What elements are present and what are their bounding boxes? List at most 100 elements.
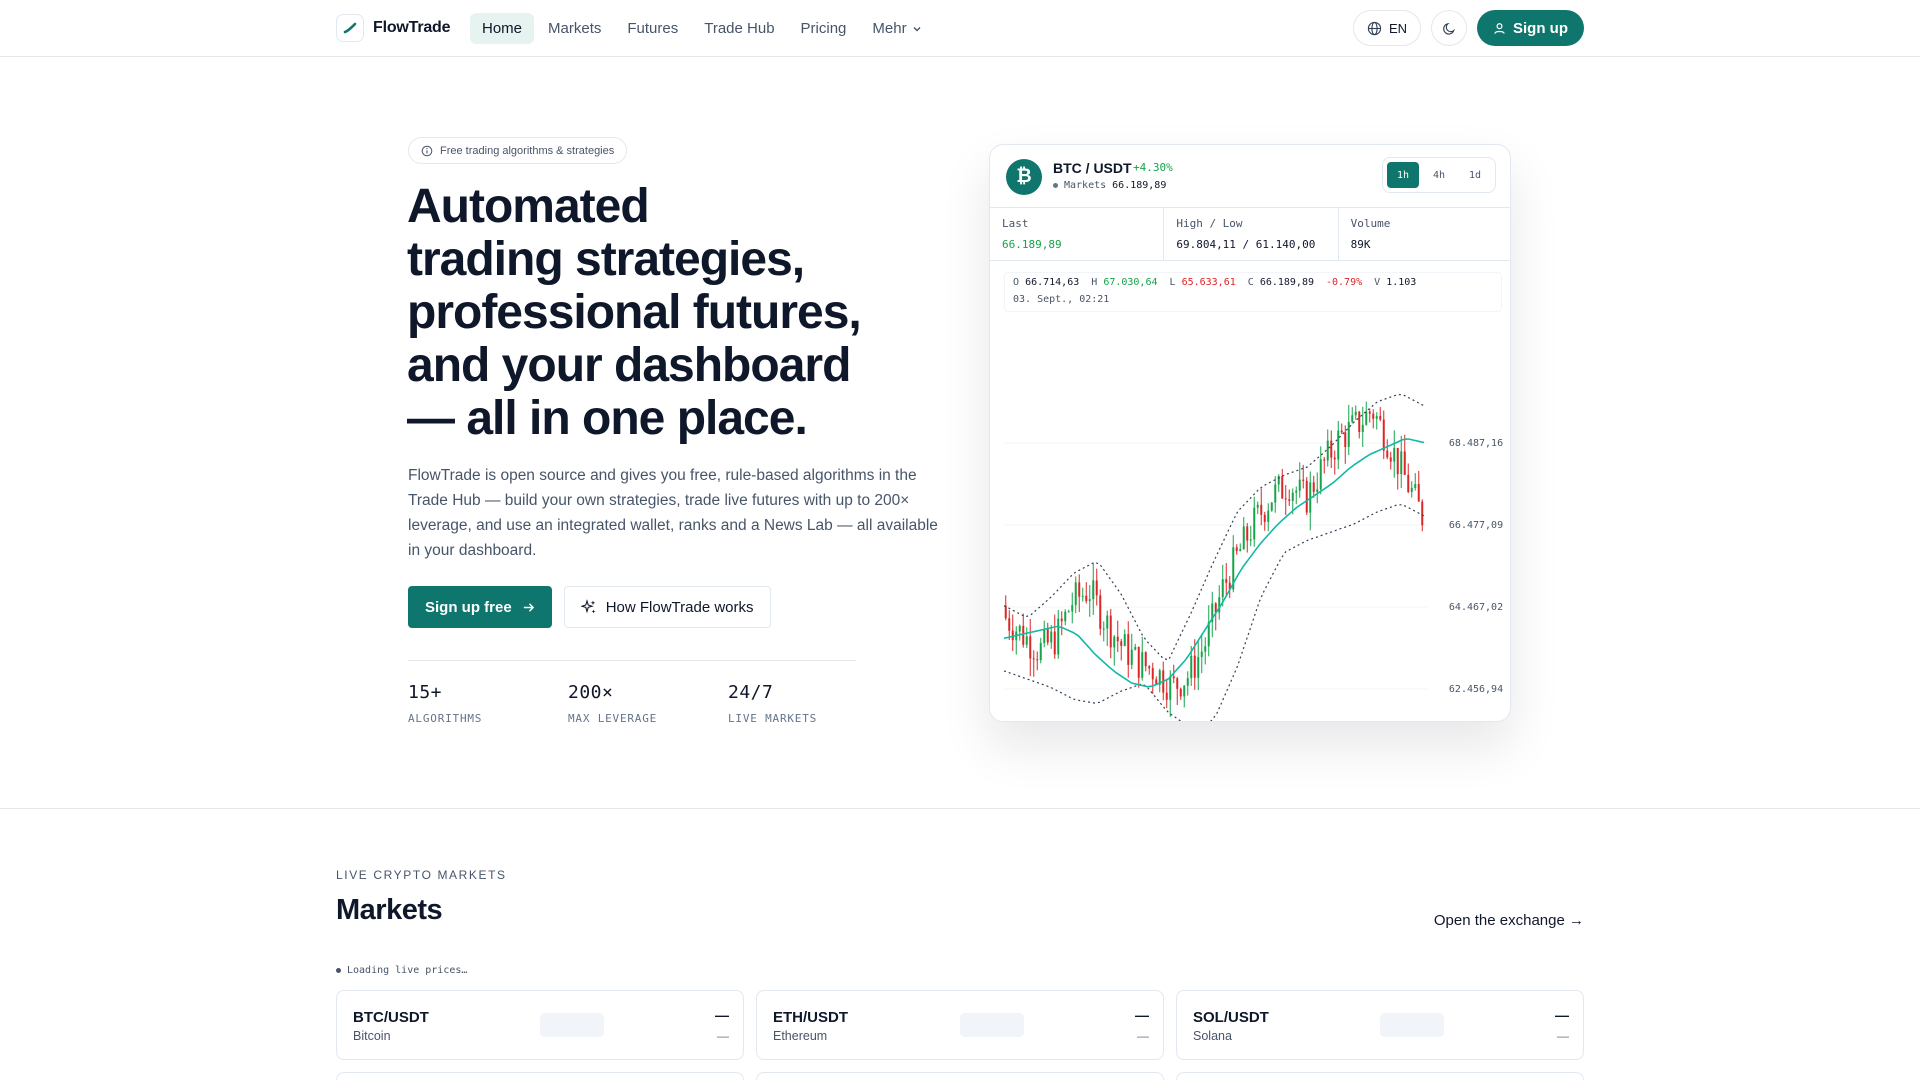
candle-body bbox=[1267, 510, 1270, 522]
candle-body bbox=[1242, 526, 1245, 550]
candle-body bbox=[1365, 411, 1368, 425]
timeframe-selector: 1h 4h 1d bbox=[1382, 157, 1496, 193]
trading-chart-card: ₿ BTC / USDT +4.30% Markets 66.189,89 1h… bbox=[989, 144, 1511, 722]
markets-title: Markets bbox=[336, 894, 443, 926]
candle-body bbox=[1379, 416, 1382, 420]
ohlc-low-label: L bbox=[1169, 277, 1176, 288]
y-tick-label: 64.467,02 bbox=[1449, 602, 1503, 613]
market-name: Solana bbox=[1193, 1029, 1232, 1043]
market-card-btc[interactable]: BTC/USDT Bitcoin — — bbox=[336, 990, 744, 1060]
candle-body bbox=[1085, 595, 1088, 602]
candle-body bbox=[1298, 479, 1301, 491]
market-pair: BTC/USDT bbox=[353, 1009, 429, 1026]
hero-title: Automated trading strategies, profession… bbox=[407, 180, 907, 445]
market-card-partial[interactable] bbox=[1176, 1072, 1584, 1080]
candle-body bbox=[1312, 482, 1315, 492]
candle-body bbox=[1221, 579, 1224, 598]
candle-body bbox=[1260, 504, 1263, 515]
ohlc-volume-label: V bbox=[1374, 277, 1381, 288]
nav-links: Home Markets Futures Trade Hub Pricing M… bbox=[470, 13, 934, 44]
ohlc-open-label: O bbox=[1013, 277, 1020, 288]
moon-icon bbox=[1442, 22, 1455, 35]
nav-link-markets[interactable]: Markets bbox=[536, 13, 613, 44]
candle-body bbox=[1333, 457, 1336, 460]
candle-body bbox=[1326, 440, 1329, 461]
info-label: Volume bbox=[1350, 217, 1391, 230]
candle-body bbox=[1340, 430, 1343, 433]
candle-body bbox=[1057, 618, 1060, 655]
ticker-change: +4.30% bbox=[1133, 161, 1173, 174]
nav-link-label: Home bbox=[482, 20, 523, 37]
ohlc-close: C 66.189,89 bbox=[1248, 277, 1314, 288]
brand[interactable]: FlowTrade bbox=[336, 14, 451, 42]
signup-free-button[interactable]: Sign up free bbox=[408, 586, 552, 628]
candle-body bbox=[1127, 634, 1130, 665]
candlestick-chart[interactable]: 68.487,1666.477,0964.467,0262.456,9460.4… bbox=[990, 315, 1511, 722]
timeframe-1d[interactable]: 1d bbox=[1459, 162, 1491, 188]
ohlc-close-label: C bbox=[1247, 277, 1254, 288]
info-label: High / Low bbox=[1176, 217, 1243, 230]
candle-body bbox=[1116, 636, 1119, 642]
market-change: — bbox=[717, 1029, 729, 1043]
market-card-partial[interactable] bbox=[756, 1072, 1164, 1080]
candle-body bbox=[1025, 636, 1028, 645]
candle-body bbox=[1389, 457, 1392, 462]
nav-link-futures[interactable]: Futures bbox=[615, 13, 690, 44]
nav-link-label: Futures bbox=[627, 20, 679, 37]
candle-body bbox=[1368, 411, 1371, 414]
nav-link-home[interactable]: Home bbox=[470, 13, 535, 44]
nav-link-label: Mehr bbox=[872, 20, 907, 37]
theme-toggle-button[interactable] bbox=[1431, 10, 1467, 46]
candle-body bbox=[1036, 659, 1039, 661]
candle-body bbox=[1169, 676, 1172, 700]
market-card-sol[interactable]: SOL/USDT Solana — — bbox=[1176, 990, 1584, 1060]
candle-body bbox=[1053, 631, 1056, 655]
nav-link-trade-hub[interactable]: Trade Hub bbox=[692, 13, 786, 44]
candle-body bbox=[1060, 618, 1063, 622]
stat-label: LIVE MARKETS bbox=[728, 712, 818, 725]
candle-body bbox=[1134, 646, 1137, 650]
language-button[interactable]: EN bbox=[1352, 10, 1421, 46]
candle-body bbox=[1249, 539, 1252, 541]
market-card-partial[interactable] bbox=[336, 1072, 744, 1080]
status-dot bbox=[1053, 183, 1058, 188]
candle-body bbox=[1172, 676, 1175, 679]
stat-label: MAX LEVERAGE bbox=[568, 712, 658, 725]
candle-body bbox=[1113, 636, 1116, 648]
hero-title-line: trading strategies, bbox=[407, 233, 805, 286]
candle-body bbox=[1141, 652, 1144, 678]
candle-body bbox=[1092, 580, 1095, 600]
candle-body bbox=[1074, 582, 1077, 606]
candle-body bbox=[1393, 447, 1396, 462]
candle-body bbox=[1414, 483, 1417, 488]
info-label: Last bbox=[1002, 217, 1029, 230]
market-card-eth[interactable]: ETH/USDT Ethereum — — bbox=[756, 990, 1164, 1060]
hero-title-line: and your dashboard bbox=[407, 339, 851, 392]
candle-body bbox=[1316, 489, 1319, 492]
nav-actions: EN Sign up bbox=[1352, 10, 1584, 46]
signup-button[interactable]: Sign up bbox=[1477, 10, 1584, 46]
candle-body bbox=[1281, 476, 1284, 499]
signup-label: Sign up bbox=[1513, 19, 1568, 37]
stat-value: 200× bbox=[568, 682, 614, 703]
how-it-works-button[interactable]: How FlowTrade works bbox=[563, 586, 771, 628]
candle-body bbox=[1039, 642, 1042, 661]
ohlc-change: -0.79% bbox=[1326, 277, 1363, 288]
hero-title-line: — all in one place. bbox=[407, 392, 808, 445]
timeframe-4h[interactable]: 4h bbox=[1423, 162, 1455, 188]
candle-body bbox=[1018, 625, 1021, 632]
candle-body bbox=[1235, 547, 1238, 552]
candle-body bbox=[1225, 579, 1228, 583]
nav-link-pricing[interactable]: Pricing bbox=[789, 13, 859, 44]
ticker-market-row: Markets 66.189,89 bbox=[1053, 180, 1166, 191]
candle-body bbox=[1186, 678, 1189, 686]
candle-body bbox=[1130, 649, 1133, 665]
open-exchange-link[interactable]: Open the exchange → bbox=[1434, 912, 1584, 929]
nav-link-more[interactable]: Mehr bbox=[860, 13, 933, 44]
candle-body bbox=[1351, 415, 1354, 422]
market-pair: SOL/USDT bbox=[1193, 1009, 1269, 1026]
timeframe-1h[interactable]: 1h bbox=[1387, 162, 1419, 188]
candle-body bbox=[1109, 615, 1112, 648]
candle-body bbox=[1403, 451, 1406, 475]
candle-body bbox=[1410, 487, 1413, 493]
